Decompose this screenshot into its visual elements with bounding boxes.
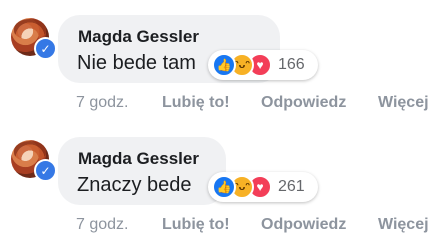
comment-text: Znaczy bede bbox=[77, 174, 192, 196]
like-button[interactable]: Lubię to! bbox=[162, 216, 230, 234]
comment-text: Nie bede tam bbox=[77, 52, 196, 74]
author-name[interactable]: Magda Gessler bbox=[78, 27, 199, 47]
timestamp[interactable]: 7 godz. bbox=[76, 216, 128, 234]
verified-badge-icon: ✓ bbox=[34, 37, 57, 60]
comment: ✓ Magda Gessler Znaczy bede 👍 ᵔᴗᵔ ♥ 261 … bbox=[0, 122, 448, 244]
author-name[interactable]: Magda Gessler bbox=[78, 149, 199, 169]
more-button[interactable]: Więcej bbox=[378, 94, 429, 112]
avatar-hair bbox=[14, 141, 46, 161]
avatar[interactable]: ✓ bbox=[11, 18, 57, 60]
timestamp[interactable]: 7 godz. bbox=[76, 94, 128, 112]
like-icon: 👍 bbox=[212, 175, 236, 199]
avatar-hair bbox=[14, 19, 46, 39]
comment: ✓ Magda Gessler Nie bede tam 👍 ᵔᴗᵔ ♥ 166… bbox=[0, 0, 448, 122]
reactions-summary[interactable]: 👍 ᵔᴗᵔ ♥ 261 bbox=[208, 172, 318, 202]
more-button[interactable]: Więcej bbox=[378, 216, 429, 234]
reaction-count: 261 bbox=[278, 178, 305, 195]
comment-bubble: Magda Gessler Znaczy bede bbox=[58, 137, 226, 205]
like-icon: 👍 bbox=[212, 53, 236, 77]
like-button[interactable]: Lubię to! bbox=[162, 94, 230, 112]
reply-button[interactable]: Odpowiedz bbox=[261, 216, 346, 234]
reaction-count: 166 bbox=[278, 56, 305, 73]
avatar[interactable]: ✓ bbox=[11, 140, 57, 182]
reply-button[interactable]: Odpowiedz bbox=[261, 94, 346, 112]
verified-badge-icon: ✓ bbox=[34, 159, 57, 182]
reactions-summary[interactable]: 👍 ᵔᴗᵔ ♥ 166 bbox=[208, 50, 318, 80]
